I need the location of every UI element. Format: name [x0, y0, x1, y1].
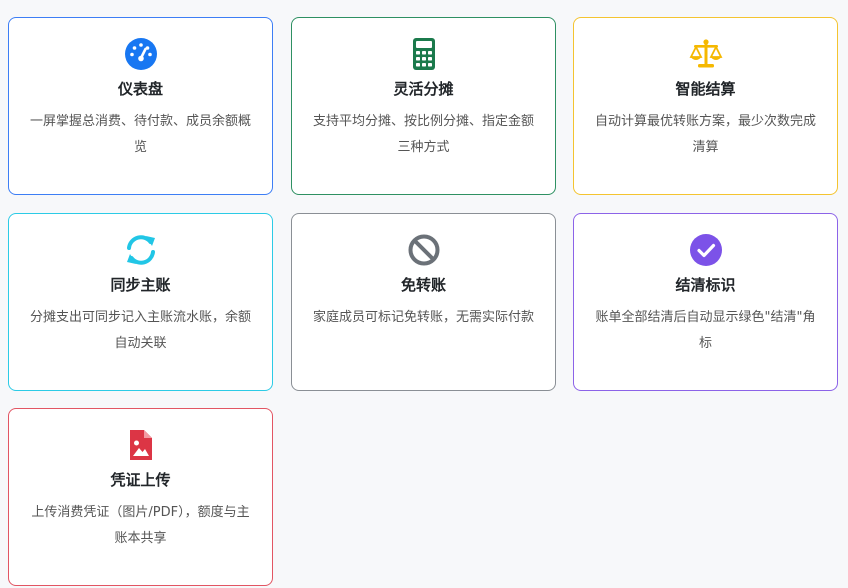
feature-description: 上传消费凭证（图片/PDF），额度与主账本共享	[31, 505, 250, 546]
feature-description: 账单全部结清后自动显示绿色"结清"角标	[595, 310, 816, 351]
feature-description: 自动计算最优转账方案，最少次数完成清算	[594, 114, 816, 155]
feature-title: 结清标识	[675, 276, 736, 294]
feature-card-settled-mark: 结清标识 账单全部结清后自动显示绿色"结清"角标	[573, 213, 838, 391]
feature-title: 灵活分摊	[393, 80, 454, 98]
feature-card-receipt-upload: 凭证上传 上传消费凭证（图片/PDF），额度与主账本共享	[8, 408, 273, 586]
feature-description: 分摊支出可同步记入主账流水账，余额自动关联	[29, 310, 251, 351]
balance-scale-icon	[689, 37, 723, 71]
feature-card-dashboard: 仪表盘 一屏掌握总消费、待付款、成员余额概览	[8, 17, 273, 195]
feature-grid: 仪表盘 一屏掌握总消费、待付款、成员余额概览 灵活分摊 支持平均分摊、按比例分摊…	[0, 0, 848, 588]
ban-icon	[407, 233, 441, 267]
speedometer-icon	[124, 37, 158, 71]
feature-description: 一屏掌握总消费、待付款、成员余额概览	[29, 114, 251, 155]
feature-card-split: 灵活分摊 支持平均分摊、按比例分摊、指定金额三种方式	[291, 17, 556, 195]
feature-description: 支持平均分摊、按比例分摊、指定金额三种方式	[312, 114, 534, 155]
feature-card-no-transfer: 免转账 家庭成员可标记免转账，无需实际付款	[291, 213, 556, 391]
feature-card-sync: 同步主账 分摊支出可同步记入主账流水账，余额自动关联	[8, 213, 273, 391]
feature-title: 凭证上传	[110, 471, 171, 489]
sync-arrows-icon	[124, 233, 158, 267]
feature-title: 仪表盘	[117, 80, 163, 98]
calculator-icon	[407, 37, 441, 71]
check-circle-icon	[689, 233, 723, 267]
feature-title: 免转账	[400, 276, 446, 294]
image-file-icon	[124, 428, 158, 462]
feature-title: 同步主账	[110, 276, 171, 294]
feature-description: 家庭成员可标记免转账，无需实际付款	[312, 310, 534, 325]
feature-card-settle: 智能结算 自动计算最优转账方案，最少次数完成清算	[573, 17, 838, 195]
feature-title: 智能结算	[675, 80, 736, 98]
